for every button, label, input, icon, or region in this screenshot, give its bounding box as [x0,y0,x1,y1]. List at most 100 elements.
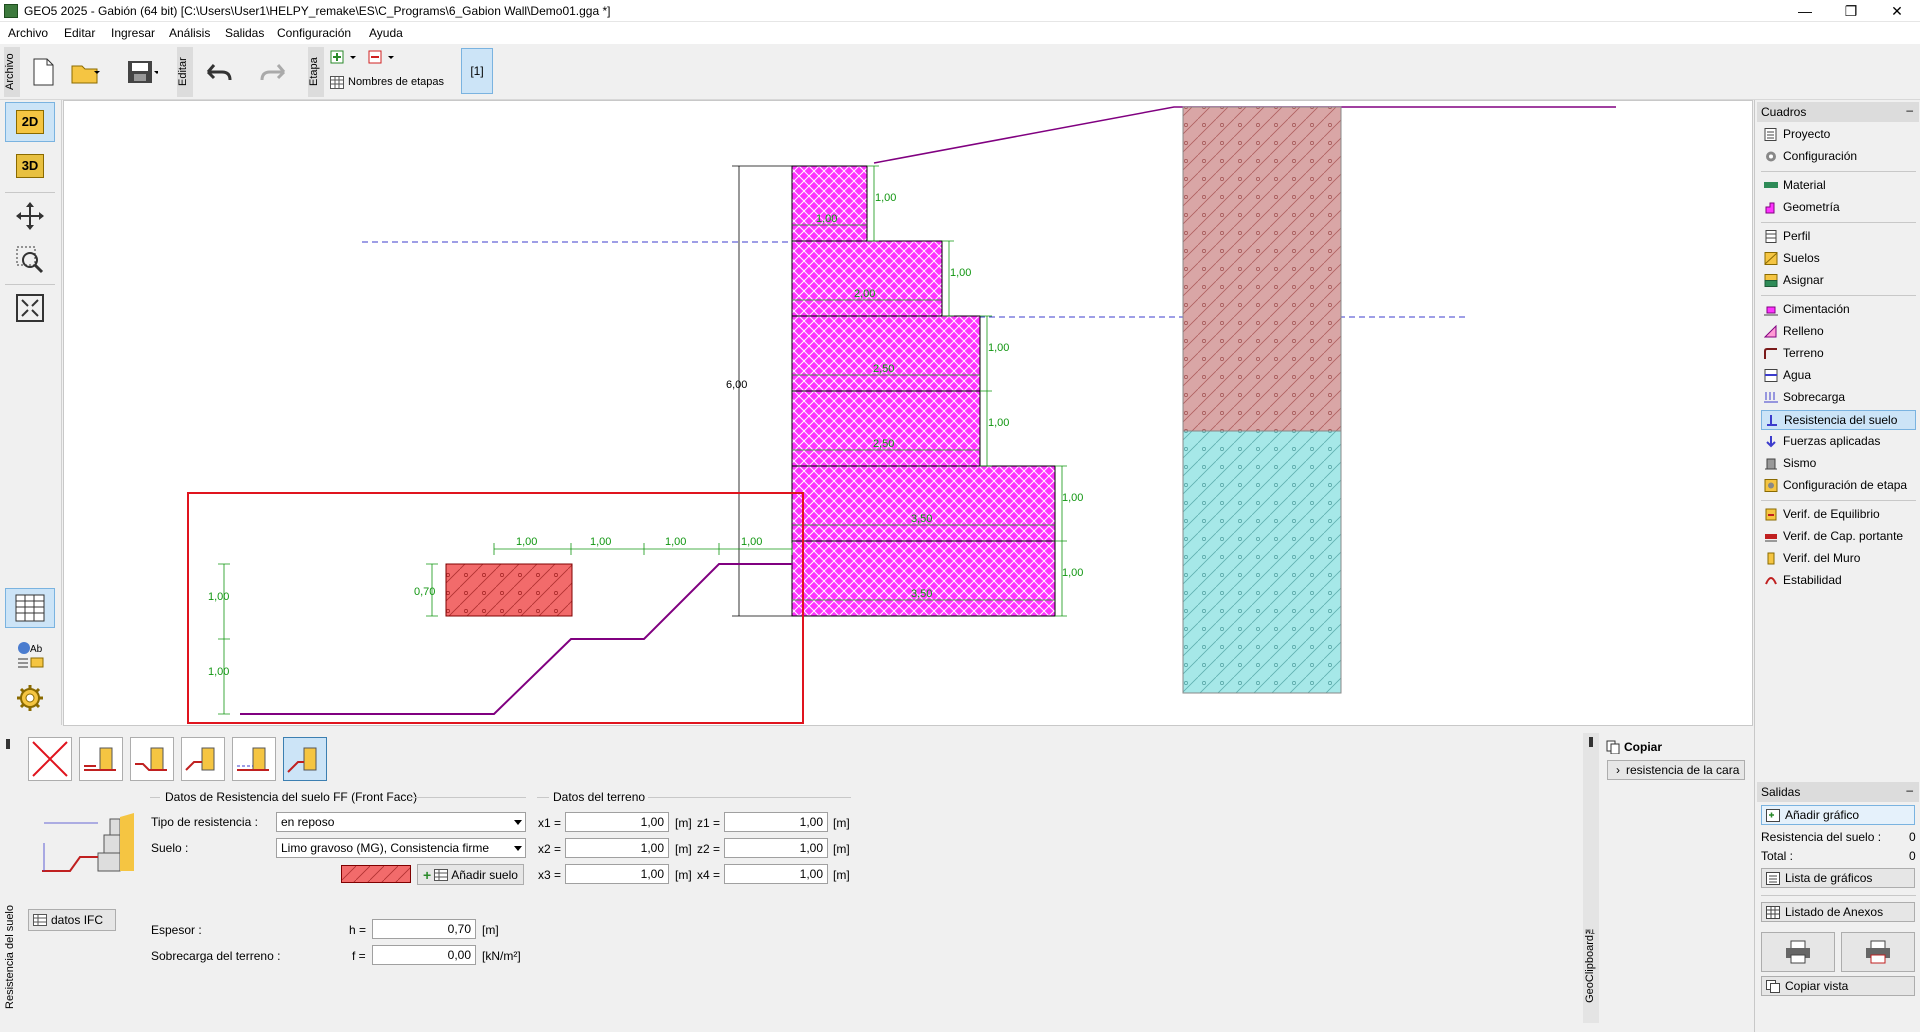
resistance-type-5-button[interactable] [283,737,327,781]
ifc-data-button[interactable]: datos IFC [28,909,116,931]
stage-1-button[interactable]: [1] [461,48,493,94]
fit-view-button[interactable] [5,288,55,328]
step-width-label: 2,50 [873,363,894,375]
resistance-type-select[interactable]: en reposo [276,812,526,832]
sidebar-item-label: Configuración [1783,149,1858,163]
x4-unit: [m] [833,868,850,882]
new-file-button[interactable] [27,52,59,92]
z1-input[interactable]: 1,00 [724,812,828,832]
zoom-icon [16,246,44,274]
earthquake-icon [1765,458,1777,470]
resistance-none-button[interactable] [28,737,72,781]
close-button[interactable]: ✕ [1874,0,1920,22]
drawing-canvas[interactable]: 1,00 2,00 2,50 2,50 3,50 3,50 1,00 1,00 … [63,100,1753,726]
restore-button[interactable]: ❐ [1828,0,1874,22]
sidebar-item-sismo[interactable]: Sismo [1761,454,1916,474]
step-width-label: 1,00 [816,213,837,225]
sidebar-item-verif-equilibrio[interactable]: Verif. de Equilibrio [1761,505,1916,525]
sidebar-item-estabilidad[interactable]: Estabilidad [1761,571,1916,591]
terrain-dim-z-label: 1,00 [208,591,229,603]
settings-button[interactable] [5,678,55,718]
sidebar-item-suelos[interactable]: Suelos [1761,249,1916,269]
bearing-capacity-icon [1765,534,1777,542]
resistance-count: 0 [1909,830,1916,844]
view-2d-button[interactable]: 2D [5,102,55,142]
resistance-type-1-button[interactable] [79,737,123,781]
sidebar-item-cimentacion[interactable]: Cimentación [1761,300,1916,320]
sidebar-item-configuracion[interactable]: Configuración [1761,147,1916,167]
copy-view-button[interactable]: Copiar vista [1761,976,1915,996]
menu-ingresar[interactable]: Ingresar [111,26,155,40]
resistance-type-3-button[interactable] [181,737,225,781]
menu-ayuda[interactable]: Ayuda [369,26,403,40]
remove-stage-button[interactable] [368,50,398,66]
x1-input[interactable]: 1,00 [565,812,669,832]
open-file-button[interactable] [70,52,102,92]
sidebar-item-label: Relleno [1783,324,1824,338]
panel-side-label: Resistencia del suelo [4,735,20,1025]
add-graphic-icon [1766,808,1780,822]
menu-analisis[interactable]: Análisis [169,26,210,40]
sidebar-item-material[interactable]: Material [1761,176,1916,196]
thickness-input[interactable]: 0,70 [372,919,476,939]
add-stage-button[interactable] [330,50,360,66]
sidebar-item-fuerzas-aplicadas[interactable]: Fuerzas aplicadas [1761,432,1916,452]
equilibrium-icon [1765,508,1777,521]
x2-input[interactable]: 1,00 [565,838,669,858]
undo-button[interactable] [200,52,232,92]
sidebar-item-label: Sismo [1783,456,1817,470]
sidebar-item-resistencia-del-suelo[interactable]: Resistencia del suelo [1761,410,1916,430]
view-3d-button[interactable]: 3D [5,146,55,186]
sidebar-item-label: Verif. de Equilibrio [1783,507,1880,521]
add-soil-button[interactable]: + Añadir suelo [417,864,524,885]
sidebar-item-agua[interactable]: Agua [1761,366,1916,386]
table-icon [1766,905,1780,919]
surcharge-input[interactable]: 0,00 [372,945,476,965]
sidebar-item-terreno[interactable]: Terreno [1761,344,1916,364]
z2-input[interactable]: 1,00 [724,838,828,858]
terrain-schematic-icon [40,813,135,873]
menu-editar[interactable]: Editar [64,26,95,40]
minimize-button[interactable]: — [1782,0,1828,22]
graphics-list-button[interactable]: Lista de gráficos [1761,868,1915,888]
sidebar-item-verif-del-muro[interactable]: Verif. del Muro [1761,549,1916,569]
sidebar-item-geometria[interactable]: Geometría [1761,198,1916,218]
resistance-type-2-button[interactable] [130,737,174,781]
soil-layer-lower [1182,430,1342,694]
wall-resistance-icon [84,747,116,771]
redo-button[interactable] [254,52,286,92]
x2-unit: [m] [675,842,692,856]
x3-input[interactable]: 1,00 [565,864,669,884]
sidebar-item-asignar[interactable]: Asignar [1761,271,1916,291]
move-button[interactable] [5,196,55,236]
table-view-button[interactable] [5,588,55,628]
sidebar-item-verif-cap-portante[interactable]: Verif. de Cap. portante [1761,527,1916,547]
z2-label: z2 = [697,842,721,856]
print-preview-button[interactable] [1841,932,1915,972]
plus-icon: + [423,866,432,883]
annex-list-button[interactable]: Listado de Anexos [1761,902,1915,922]
menu-configuracion[interactable]: Configuración [277,26,351,40]
labels-button[interactable]: Ab [5,634,55,674]
sidebar-item-relleno[interactable]: Relleno [1761,322,1916,342]
zoom-button[interactable] [5,240,55,280]
save-button[interactable] [126,52,158,92]
menu-archivo[interactable]: Archivo [8,26,48,40]
print-button[interactable] [1761,932,1835,972]
sidebar-item-label: Suelos [1783,251,1820,265]
sidebar-item-proyecto[interactable]: Proyecto [1761,125,1916,145]
chevron-down-icon [514,846,522,851]
add-graphic-button[interactable]: Añadir gráfico [1761,805,1915,825]
resistance-type-4-button[interactable] [232,737,276,781]
stage-names-button[interactable]: Nombres de etapas [330,74,455,92]
menu-salidas[interactable]: Salidas [225,26,264,40]
soil-select[interactable]: Limo gravoso (MG), Consistencia firme [276,838,526,858]
sidebar-item-perfil[interactable]: Perfil [1761,227,1916,247]
sidebar-item-configuracion-de-etapa[interactable]: Configuración de etapa [1761,476,1916,496]
thickness-unit: [m] [482,923,499,937]
copy-face-resistance-button[interactable]: › resistencia de la cara [1607,760,1745,780]
assign-icon [1764,274,1778,287]
sidebar-item-sobrecarga[interactable]: Sobrecarga [1761,388,1916,408]
pin-icon [6,739,10,749]
x4-input[interactable]: 1,00 [724,864,828,884]
